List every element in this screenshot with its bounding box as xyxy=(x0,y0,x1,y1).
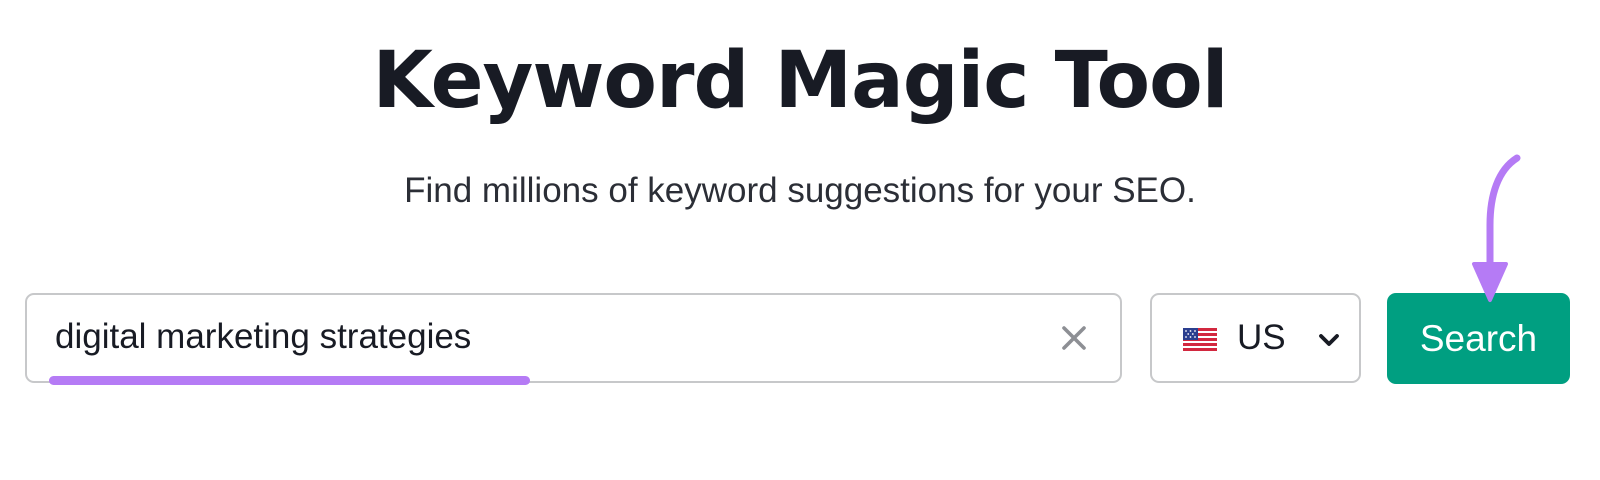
database-country-select[interactable]: US xyxy=(1150,293,1361,383)
chevron-down-icon xyxy=(1319,334,1339,346)
selected-country-label: US xyxy=(1237,318,1286,357)
arrow-down-curved-icon xyxy=(1472,154,1521,302)
highlight-underline xyxy=(49,376,530,385)
search-input-value[interactable]: digital marketing strategies xyxy=(55,311,471,363)
close-icon[interactable] xyxy=(1060,324,1088,352)
keyword-search-input[interactable]: digital marketing strategies xyxy=(25,293,1122,383)
us-flag-icon xyxy=(1183,328,1217,351)
page-subtitle: Find millions of keyword suggestions for… xyxy=(404,171,1196,210)
keyword-magic-tool-page: Keyword Magic Tool Find millions of keyw… xyxy=(0,0,1600,480)
page-title: Keyword Magic Tool xyxy=(372,36,1229,126)
